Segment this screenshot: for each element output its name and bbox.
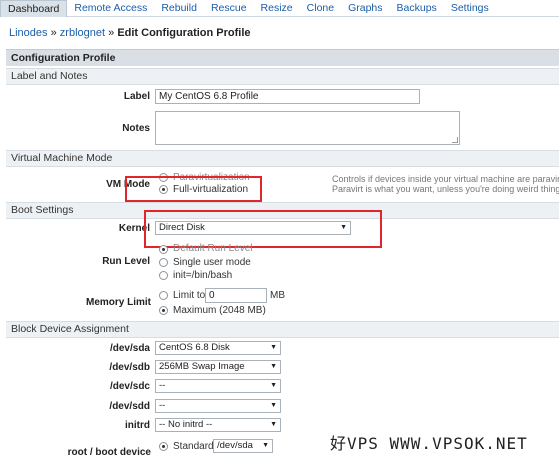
radio-init-bin-bash[interactable] [159, 271, 168, 280]
device-select-sdc[interactable]: -- ▼ [155, 379, 281, 393]
radio-single-user-mode[interactable] [159, 258, 168, 267]
notes-field-label: Notes [122, 123, 150, 134]
highlight-box-vm-mode [125, 176, 262, 202]
label-input[interactable]: My CentOS 6.8 Profile [155, 89, 420, 104]
device-select-sdb[interactable]: 256MB Swap Image ▼ [155, 360, 281, 374]
breadcrumb-separator: » [50, 27, 57, 39]
breadcrumb-linodes-link[interactable]: Linodes [9, 27, 48, 39]
radio-standard-root[interactable] [159, 442, 168, 451]
resize-handle-icon[interactable] [452, 137, 458, 143]
init-bin-bash-label: init=/bin/bash [173, 270, 233, 281]
section-label-notes: Label and Notes [6, 68, 559, 85]
label-field-label: Label [123, 91, 150, 102]
limit-to-label: Limit to [173, 290, 206, 301]
initrd-select-value: -- No initrd -- [159, 419, 213, 430]
maximum-memory-label: Maximum (2048 MB) [173, 305, 266, 316]
section-block-device: Block Device Assignment [6, 321, 559, 338]
initrd-label: initrd [125, 420, 150, 431]
standard-label: Standard: [173, 441, 217, 452]
section-vm-mode: Virtual Machine Mode [6, 150, 559, 167]
kernel-label: Kernel [118, 223, 150, 234]
run-level-label: Run Level [102, 256, 150, 267]
device-label-sdd: /dev/sdd [109, 401, 150, 412]
dropdown-arrow-icon: ▼ [270, 421, 277, 428]
device-select-value: -- [159, 400, 166, 411]
tab-rescue[interactable]: Rescue [204, 0, 254, 17]
root-device-label: root / boot device [67, 447, 151, 458]
tab-resize[interactable]: Resize [254, 0, 300, 17]
vm-mode-hint-line: Paravirt is what you want, unless you're… [332, 184, 559, 194]
memory-limit-label: Memory Limit [85, 297, 151, 308]
vm-mode-hint-line: Controls if devices inside your virtual … [332, 174, 559, 184]
device-select-value: CentOS 6.8 Disk [159, 342, 230, 353]
tab-settings[interactable]: Settings [444, 0, 496, 17]
single-user-mode-label: Single user mode [173, 257, 251, 268]
dropdown-arrow-icon: ▼ [270, 344, 277, 351]
breadcrumb-separator: » [108, 27, 115, 39]
device-label-sda: /dev/sda [109, 343, 150, 354]
dropdown-arrow-icon: ▼ [262, 442, 269, 449]
radio-default-run-level[interactable] [159, 245, 168, 254]
root-device-select[interactable]: /dev/sda ▼ [213, 439, 273, 453]
notes-textarea[interactable] [155, 111, 460, 145]
radio-maximum[interactable] [159, 306, 168, 315]
tab-rebuild[interactable]: Rebuild [154, 0, 204, 17]
memory-unit-label: MB [270, 290, 285, 301]
dropdown-arrow-icon: ▼ [270, 402, 277, 409]
radio-limit-to[interactable] [159, 291, 168, 300]
device-select-value: 256MB Swap Image [159, 361, 245, 372]
tab-dashboard[interactable]: Dashboard [0, 0, 68, 17]
vm-mode-hint: Controls if devices inside your virtual … [332, 174, 559, 194]
initrd-select[interactable]: -- No initrd -- ▼ [155, 418, 281, 432]
nav-tabs: Dashboard Remote Access Rebuild Rescue R… [0, 0, 559, 17]
watermark-text: 好VPS WWW.VPSOK.NET [330, 434, 528, 453]
root-device-select-value: /dev/sda [217, 440, 253, 451]
dropdown-arrow-icon: ▼ [270, 363, 277, 370]
device-select-value: -- [159, 380, 166, 391]
tab-clone[interactable]: Clone [300, 0, 341, 17]
memory-limit-input[interactable]: 0 [205, 288, 267, 303]
tab-backups[interactable]: Backups [390, 0, 444, 17]
device-label-sdc: /dev/sdc [109, 381, 150, 392]
tab-remote-access[interactable]: Remote Access [67, 0, 154, 17]
device-select-sda[interactable]: CentOS 6.8 Disk ▼ [155, 341, 281, 355]
device-label-sdb: /dev/sdb [109, 362, 150, 373]
tab-graphs[interactable]: Graphs [341, 0, 389, 17]
default-run-level-label: Default Run Level [173, 243, 253, 254]
breadcrumb-node-link[interactable]: zrblognet [60, 27, 105, 39]
device-select-sdd[interactable]: -- ▼ [155, 399, 281, 413]
dropdown-arrow-icon: ▼ [270, 382, 277, 389]
page-title: Edit Configuration Profile [117, 27, 251, 39]
panel-title: Configuration Profile [6, 49, 559, 66]
breadcrumb: Linodes » zrblognet » Edit Configuration… [9, 27, 251, 39]
